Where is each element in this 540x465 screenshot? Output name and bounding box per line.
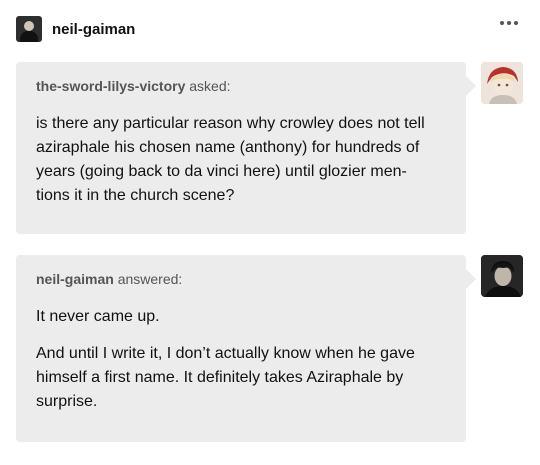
answerer-avatar[interactable] [481, 255, 523, 297]
answer-line: And until I write it, I don’t actually k… [36, 345, 415, 362]
question-text: is there any particular reason why crowl… [36, 112, 446, 208]
answer-attribution: neil-gaiman answered: [36, 271, 446, 287]
blog-username[interactable]: neil-gaiman [52, 21, 135, 38]
question-line: tions it in the church scene? [36, 187, 235, 204]
question-line: is there any particular reason why crowl… [36, 115, 425, 132]
answered-label: answered: [117, 271, 183, 287]
answer-bubble: neil-gaiman answered: It never came up. … [16, 255, 476, 442]
answerer-name[interactable]: neil-gaiman [36, 271, 114, 287]
asker-avatar[interactable] [481, 62, 523, 104]
post-header: neil-gaiman [16, 16, 524, 48]
answer-line: It never came up. [36, 308, 160, 325]
question-line: aziraphale his chosen name (anthony) for… [36, 139, 420, 156]
question-attribution: the-sword-lilys-victory asked: [36, 78, 446, 94]
blog-avatar[interactable] [16, 16, 42, 42]
asker-name[interactable]: the-sword-lilys-victory [36, 78, 185, 94]
answer-line: himself a first name. It definitely take… [36, 369, 404, 386]
question-line: years (going back to da vinci here) unti… [36, 163, 407, 180]
more-horizontal-icon[interactable] [500, 21, 518, 25]
answer-line: surprise. [36, 393, 98, 410]
question-bubble: the-sword-lilys-victory asked: is there … [16, 62, 476, 234]
asked-label: asked: [189, 78, 231, 94]
answer-paragraph: And until I write it, I don’t actually k… [36, 342, 446, 414]
answer-paragraph: It never came up. [36, 305, 446, 329]
